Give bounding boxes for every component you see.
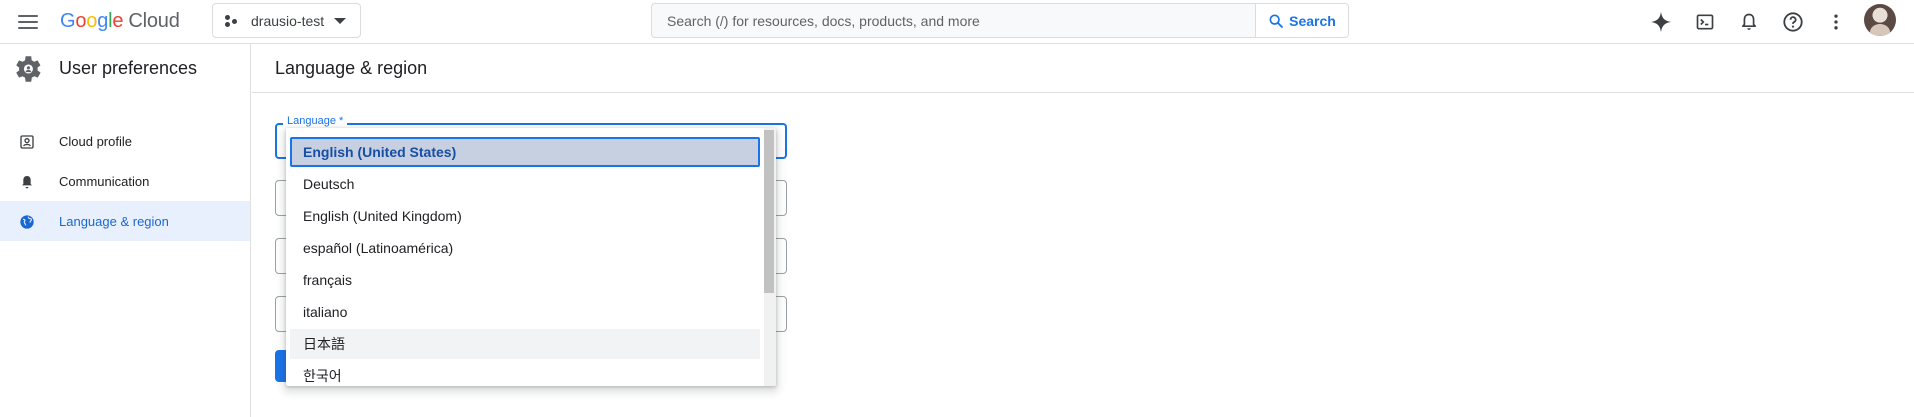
google-cloud-logo[interactable]: Google Cloud bbox=[60, 10, 180, 33]
option-francais[interactable]: français bbox=[290, 265, 760, 295]
bell-icon bbox=[18, 173, 36, 191]
search-icon bbox=[1269, 13, 1284, 28]
sidebar-item-label: Language & region bbox=[59, 213, 169, 229]
option-korean[interactable]: 한국어 bbox=[290, 361, 760, 386]
sidebar-item-communication[interactable]: Communication bbox=[0, 161, 250, 201]
language-field-label: Language * bbox=[283, 115, 348, 127]
logo-letter: G bbox=[60, 10, 76, 32]
project-icon bbox=[225, 13, 241, 29]
search-bar: Search bbox=[651, 3, 1349, 38]
gear-icon bbox=[16, 56, 41, 82]
option-italiano[interactable]: italiano bbox=[290, 297, 760, 327]
search-button[interactable]: Search bbox=[1255, 4, 1348, 37]
profile-icon bbox=[18, 133, 36, 151]
logo-cloud-text: Cloud bbox=[128, 10, 180, 32]
project-picker-button[interactable]: drausio-test bbox=[212, 3, 361, 38]
chevron-down-icon bbox=[334, 17, 347, 24]
language-dropdown-list: English (United States) Deutsch English … bbox=[286, 128, 776, 386]
sidebar-item-language-region[interactable]: Language & region bbox=[0, 201, 250, 241]
gemini-icon[interactable] bbox=[1647, 8, 1675, 36]
option-espanol-latam[interactable]: español (Latinoamérica) bbox=[290, 233, 760, 263]
search-button-label: Search bbox=[1289, 12, 1336, 29]
sidebar-header bbox=[10, 52, 44, 86]
logo-letter: o bbox=[75, 10, 87, 32]
help-icon[interactable] bbox=[1779, 8, 1807, 36]
dropdown-scrollbar-thumb[interactable] bbox=[764, 130, 774, 293]
sidebar-item-label: Communication bbox=[59, 173, 150, 189]
option-english-us[interactable]: English (United States) bbox=[290, 137, 760, 167]
hamburger-menu-icon[interactable] bbox=[16, 10, 40, 34]
divider bbox=[252, 92, 1914, 93]
top-bar: Google Cloud drausio-test Search bbox=[0, 0, 1914, 44]
account-avatar[interactable] bbox=[1864, 4, 1896, 36]
option-deutsch[interactable]: Deutsch bbox=[290, 169, 760, 199]
sidebar: User preferences Cloud profile Communica… bbox=[0, 44, 251, 417]
logo-letter: g bbox=[97, 10, 109, 32]
search-input[interactable] bbox=[652, 4, 1255, 37]
option-japanese[interactable]: 日本語 bbox=[290, 329, 760, 359]
sidebar-item-label: Cloud profile bbox=[59, 133, 132, 149]
option-english-uk[interactable]: English (United Kingdom) bbox=[290, 201, 760, 231]
more-vert-icon[interactable] bbox=[1822, 8, 1850, 36]
sidebar-item-cloud-profile[interactable]: Cloud profile bbox=[0, 121, 250, 161]
notifications-icon[interactable] bbox=[1735, 8, 1763, 36]
sidebar-title: User preferences bbox=[59, 58, 198, 78]
project-name: drausio-test bbox=[251, 12, 325, 29]
globe-icon bbox=[18, 213, 36, 231]
logo-letter: e bbox=[112, 10, 124, 32]
cloud-shell-icon[interactable] bbox=[1691, 8, 1719, 36]
logo-letter: o bbox=[86, 10, 98, 32]
page-title: Language & region bbox=[275, 58, 428, 78]
